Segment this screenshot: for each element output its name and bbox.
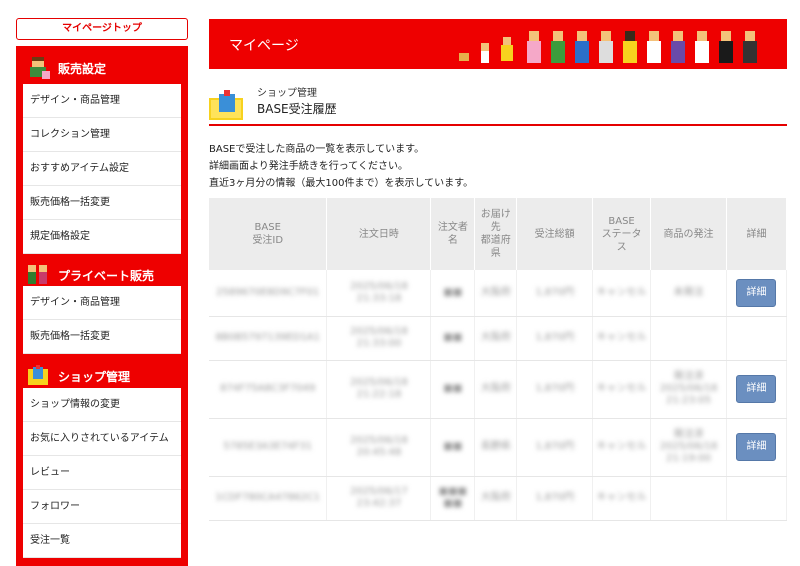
status-cell: キャンセル — [592, 360, 652, 419]
order-date-cell: 2025/06/17 23:42:37 — [326, 476, 432, 521]
table-row: 8B0B5797139ED1A1 2025/06/18 21:33:00 ■■ 大阪府… — [209, 316, 788, 361]
product-order-cell — [650, 316, 727, 361]
table-row: 1CDF780CA47862C1 2025/06/17 23:42:37 ■■■ ■… — [209, 476, 788, 521]
status-cell: キャンセル — [592, 270, 652, 317]
column-header-order-id: BASE 受注ID — [209, 198, 328, 270]
menu-item-default-price[interactable]: 規定価格設定 — [23, 220, 181, 254]
detail-button[interactable]: 詳細 — [736, 375, 777, 403]
prefecture-cell: 大阪府 — [474, 270, 518, 317]
section-label: プライベート販売 — [58, 269, 155, 283]
order-id-cell: 874F75A8C3F7049 — [209, 360, 328, 419]
detail-cell: 詳細 — [726, 270, 788, 317]
total-cell: 1,870円 — [516, 316, 594, 361]
menu-item-reviews[interactable]: レビュー — [23, 456, 181, 490]
section-label: 販売設定 — [58, 62, 107, 76]
sidebar: マイページトップ 販売設定 デザイン・商品管理 コレクション管理 おすすめアイテ… — [16, 18, 188, 566]
page-description: BASEで受注した商品の一覧を表示しています。 詳細画面より発注手続きを行ってく… — [209, 141, 473, 192]
menu-item-design-product[interactable]: デザイン・商品管理 — [23, 84, 181, 118]
menu-item-private-design-product[interactable]: デザイン・商品管理 — [23, 286, 181, 320]
shop-box-icon — [209, 90, 243, 120]
table-row: 2589670E8D9C7F01 2025/06/18 21:33:18 ■■ 大阪府… — [209, 270, 788, 317]
customer-name-cell: ■■ — [430, 418, 476, 477]
order-id-cell: 1CDF780CA47862C1 — [209, 476, 328, 521]
total-cell: 1,870円 — [516, 360, 594, 419]
column-header-total: 受注総額 — [516, 198, 594, 270]
shop-icon — [28, 365, 48, 385]
prefecture-cell: 大阪府 — [474, 476, 518, 521]
column-header-order-date: 注文日時 — [326, 198, 432, 270]
menu-private-sale: デザイン・商品管理 販売価格一括変更 — [23, 286, 181, 354]
characters-illustration-icon — [459, 31, 757, 63]
detail-button[interactable]: 詳細 — [736, 278, 777, 307]
mypage-banner: マイページ — [209, 19, 787, 69]
order-id-cell: 8B0B5797139ED1A1 — [209, 316, 328, 361]
order-rows: 2589670E8D9C7F01 2025/06/18 21:33:18 ■■ 大阪府… — [209, 270, 788, 521]
order-date-cell: 2025/06/18 20:45:48 — [326, 418, 432, 477]
private-sale-icon — [28, 265, 47, 284]
menu-item-followers[interactable]: フォロワー — [23, 490, 181, 524]
menu-item-shop-info[interactable]: ショップ情報の変更 — [23, 388, 181, 422]
section-header-shop-management: ショップ管理 — [16, 358, 188, 392]
order-date-cell: 2025/06/18 21:22:18 — [326, 360, 432, 419]
product-order-cell — [650, 476, 727, 521]
menu-item-private-bulk-price[interactable]: 販売価格一括変更 — [23, 320, 181, 354]
prefecture-cell: 長野県 — [474, 418, 518, 477]
product-order-cell: 発注済 2025/06/18 21:19:00 — [650, 418, 727, 477]
customer-name-cell: ■■ — [430, 316, 476, 361]
column-header-product-order: 商品の発注 — [650, 198, 727, 270]
total-cell: 1,870円 — [516, 270, 594, 317]
column-header-detail: 詳細 — [726, 198, 788, 270]
detail-button[interactable]: 詳細 — [736, 433, 777, 461]
order-date-cell: 2025/06/18 21:33:18 — [326, 270, 432, 317]
detail-cell — [726, 316, 788, 361]
menu-item-recommended[interactable]: おすすめアイテム設定 — [23, 152, 181, 186]
product-order-cell: 発注済 2025/06/18 21:23:05 — [650, 360, 727, 419]
menu-sales-settings: デザイン・商品管理 コレクション管理 おすすめアイテム設定 販売価格一括変更 規… — [23, 84, 181, 254]
prefecture-cell: 大阪府 — [474, 360, 518, 419]
customer-name-cell: ■■■ ■■ — [430, 476, 476, 521]
menu-item-collection[interactable]: コレクション管理 — [23, 118, 181, 152]
page-title: BASE受注履歴 — [257, 102, 337, 116]
order-date-cell: 2025/06/18 21:33:00 — [326, 316, 432, 361]
description-line: 詳細画面より発注手続きを行ってください。 — [209, 161, 408, 172]
customer-name-cell: ■■ — [430, 360, 476, 419]
column-header-base-status: BASE ステータ ス — [592, 198, 652, 270]
page-header: ショップ管理 BASE受注履歴 — [209, 84, 787, 126]
description-line: 直近3ヶ月分の情報（最大100件まで）を表示しています。 — [209, 178, 474, 189]
table-row: 5785E3A3E74F31 2025/06/18 20:45:48 ■■ 長野県 1,… — [209, 418, 788, 477]
status-cell: キャンセル — [592, 418, 652, 477]
detail-cell — [726, 476, 788, 521]
base-order-table: BASE 受注ID 注文日時 注文者 名 お届け 先 都道府 県 受注総額 BA… — [209, 198, 788, 521]
menu-item-order-list[interactable]: 受注一覧 — [23, 524, 181, 558]
total-cell: 1,870円 — [516, 476, 594, 521]
menu-item-bulk-price[interactable]: 販売価格一括変更 — [23, 186, 181, 220]
table-row: 874F75A8C3F7049 2025/06/18 21:22:18 ■■ 大阪府 1… — [209, 360, 788, 419]
total-cell: 1,870円 — [516, 418, 594, 477]
banner-title: マイページ — [229, 38, 299, 54]
section-header-sales-settings: 販売設定 — [16, 50, 188, 84]
sidebar-menu-panel: 販売設定 デザイン・商品管理 コレクション管理 おすすめアイテム設定 販売価格一… — [16, 46, 188, 566]
prefecture-cell: 大阪府 — [474, 316, 518, 361]
page-subtitle: ショップ管理 — [257, 88, 317, 99]
product-order-cell: 未発注 — [650, 270, 727, 317]
mypage-top-button[interactable]: マイページトップ — [16, 18, 188, 40]
detail-cell: 詳細 — [726, 418, 788, 477]
menu-shop-management: ショップ情報の変更 お気に入りされているアイテム レビュー フォロワー 受注一覧 — [23, 388, 181, 558]
seller-avatar-icon — [30, 57, 50, 79]
detail-cell: 詳細 — [726, 360, 788, 419]
column-header-customer-name: 注文者 名 — [430, 198, 476, 270]
status-cell: キャンセル — [592, 476, 652, 521]
section-label: ショップ管理 — [58, 370, 131, 384]
description-line: BASEで受注した商品の一覧を表示しています。 — [209, 144, 425, 155]
order-id-cell: 2589670E8D9C7F01 — [209, 270, 328, 317]
customer-name-cell: ■■ — [430, 270, 476, 317]
status-cell: キャンセル — [592, 316, 652, 361]
column-header-prefecture: お届け 先 都道府 県 — [474, 198, 518, 270]
order-id-cell: 5785E3A3E74F31 — [209, 418, 328, 477]
menu-item-favorited-items[interactable]: お気に入りされているアイテム — [23, 422, 181, 456]
